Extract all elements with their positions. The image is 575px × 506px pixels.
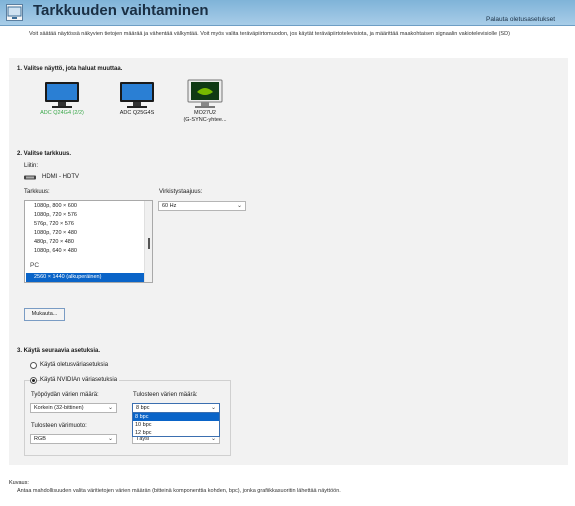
dropdown-option[interactable]: 12 bpc — [133, 429, 219, 437]
monitor-3-label: MO27U2 — [193, 110, 216, 116]
resolution-listbox[interactable]: 1080p, 800 × 600 1080p, 720 × 576 576p, … — [24, 200, 153, 283]
description-title: Kuvaus: — [9, 480, 29, 486]
page-title: Tarkkuuden vaihtaminen — [33, 2, 209, 19]
list-item[interactable]: 1080p, 640 × 480 — [34, 247, 77, 256]
section2-title: 2. Valitse tarkkuus. — [17, 151, 72, 157]
display-settings-icon — [6, 4, 23, 21]
chevron-down-icon: ⌄ — [107, 436, 113, 442]
connector-value: HDMI - HDTV — [42, 174, 79, 180]
customize-button[interactable]: Mukauta... — [24, 308, 65, 321]
output-format-value: RGB — [34, 436, 46, 442]
list-item[interactable]: 576p, 720 × 576 — [34, 220, 74, 229]
dropdown-option[interactable]: 10 bpc — [133, 421, 219, 429]
section3-title: 3. Käytä seuraavia asetuksia. — [17, 348, 101, 354]
radio-default-colors[interactable] — [30, 362, 37, 369]
scrollbar-thumb[interactable] — [148, 238, 150, 249]
radio-default-label: Käytä oletusväriasetuksia — [40, 362, 109, 368]
listbox-scrollbar[interactable] — [144, 201, 152, 282]
monitor-icon — [120, 82, 154, 108]
output-format-select[interactable]: RGB ⌄ — [30, 434, 117, 444]
output-depth-value: 8 bpc — [136, 405, 150, 411]
dropdown-option[interactable]: 8 bpc — [133, 413, 219, 421]
desktop-depth-label: Työpöydän värien määrä: — [31, 392, 99, 398]
section1-title: 1. Valitse näyttö, jota haluat muuttaa. — [17, 66, 123, 72]
refresh-rate-label: Virkistystaajuus: — [159, 189, 203, 195]
refresh-rate-select[interactable]: 60 Hz ⌄ — [158, 201, 246, 211]
restore-defaults-link[interactable]: Palauta oletusasetukset — [486, 16, 555, 23]
refresh-rate-value: 60 Hz — [162, 203, 177, 209]
radio-nvidia-colors[interactable] — [30, 377, 37, 384]
output-depth-label: Tulosteen värien määrä: — [133, 392, 198, 398]
monitor-3[interactable] — [184, 78, 226, 108]
monitor-3-sublabel: (G-SYNC-yhtee... — [183, 117, 227, 123]
desktop-depth-select[interactable]: Korkein (32-bittinen) ⌄ — [30, 403, 117, 413]
list-item[interactable]: 480p, 720 × 480 — [34, 238, 74, 247]
monitor-icon — [45, 82, 79, 108]
hdmi-icon — [24, 175, 36, 182]
list-item[interactable]: 1080p, 720 × 480 — [34, 229, 77, 238]
chevron-down-icon: ⌄ — [107, 405, 113, 411]
list-item[interactable]: 1080p, 720 × 576 — [34, 211, 77, 220]
chevron-down-icon: ⌄ — [210, 405, 216, 411]
intro-text: Voit säätää näytössä näkyvien tietojen m… — [29, 31, 510, 37]
list-group-pc: PC — [30, 262, 40, 269]
connector-label: Liitin: — [24, 163, 39, 169]
gsync-monitor-icon — [187, 79, 223, 108]
description-text: Antaa mahdollisuuden valita väritietojen… — [17, 488, 341, 494]
list-item[interactable]: 1080p, 800 × 600 — [34, 202, 77, 211]
monitor-1[interactable] — [41, 80, 83, 110]
monitor-1-label: ADC Q24G4 (2/2) — [40, 110, 84, 116]
output-depth-dropdown[interactable]: 8 bpc 10 bpc 12 bpc — [132, 412, 220, 437]
resolution-label: Tarkkuus: — [24, 189, 50, 195]
output-format-label: Tulosteen värimuoto: — [31, 423, 87, 429]
radio-nvidia-label: Käytä NVIDIAn väriasetuksia — [40, 377, 120, 383]
chevron-down-icon: ⌄ — [236, 203, 242, 209]
desktop-depth-value: Korkein (32-bittinen) — [34, 405, 84, 411]
monitor-2[interactable] — [116, 80, 158, 110]
selected-resolution[interactable]: 2560 × 1440 (alkuperäinen) — [26, 273, 152, 282]
